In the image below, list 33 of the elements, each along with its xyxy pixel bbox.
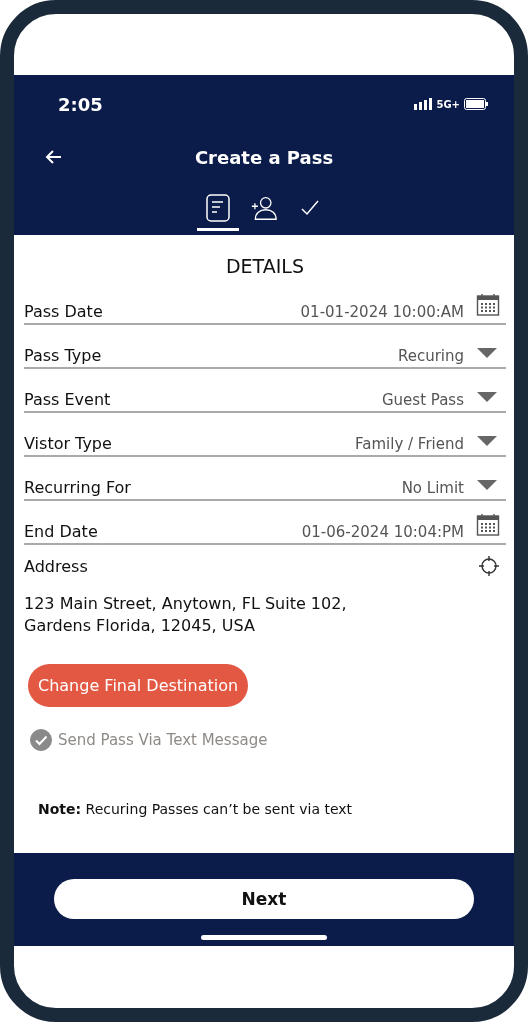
field-label: End Date: [24, 522, 98, 541]
field-value[interactable]: 01-01-2024 10:00:AM: [102, 303, 476, 321]
dropdown-icon[interactable]: [476, 347, 498, 359]
checkmark-icon: [301, 199, 319, 216]
network-label: 5G+: [436, 98, 460, 110]
field-value[interactable]: No Limit: [130, 479, 476, 497]
status-time: 2:05: [58, 93, 103, 115]
dropdown-icon[interactable]: [476, 479, 498, 491]
field-value[interactable]: Family / Friend: [111, 435, 476, 453]
change-destination-button[interactable]: Change Final Destination: [28, 663, 249, 707]
checkbox-label: Send Pass Via Text Message: [58, 730, 268, 749]
field-label: Recurring For: [24, 478, 131, 497]
note-text: Note: Recuring Passes can’t be sent via text: [38, 800, 354, 817]
document-icon: [206, 193, 230, 222]
field-label: Address: [24, 556, 88, 576]
signal-icon: [414, 98, 433, 110]
dropdown-icon[interactable]: [476, 391, 498, 403]
next-button[interactable]: Next: [54, 879, 474, 919]
field-label: Pass Date: [24, 302, 103, 321]
field-label: Vistor Type: [24, 434, 112, 453]
battery-icon: [464, 98, 488, 110]
field-value[interactable]: Recuring: [101, 347, 476, 365]
field-label: Pass Type: [24, 346, 102, 365]
calendar-icon[interactable]: [476, 293, 500, 317]
dropdown-icon[interactable]: [476, 435, 498, 447]
screen-title: Create a Pass: [193, 146, 335, 168]
field-value[interactable]: 01-06-2024 10:04:PM: [97, 523, 476, 541]
calendar-icon[interactable]: [476, 513, 500, 537]
location-target-icon[interactable]: [478, 555, 500, 577]
section-title: DETAILS: [225, 255, 305, 277]
field-label: Pass Event: [24, 390, 111, 409]
address-text: 123 Main Street, Anytown, FL Suite 102, Gardens Florida, 12045, USA: [24, 593, 348, 638]
field-value[interactable]: Guest Pass: [110, 391, 476, 409]
